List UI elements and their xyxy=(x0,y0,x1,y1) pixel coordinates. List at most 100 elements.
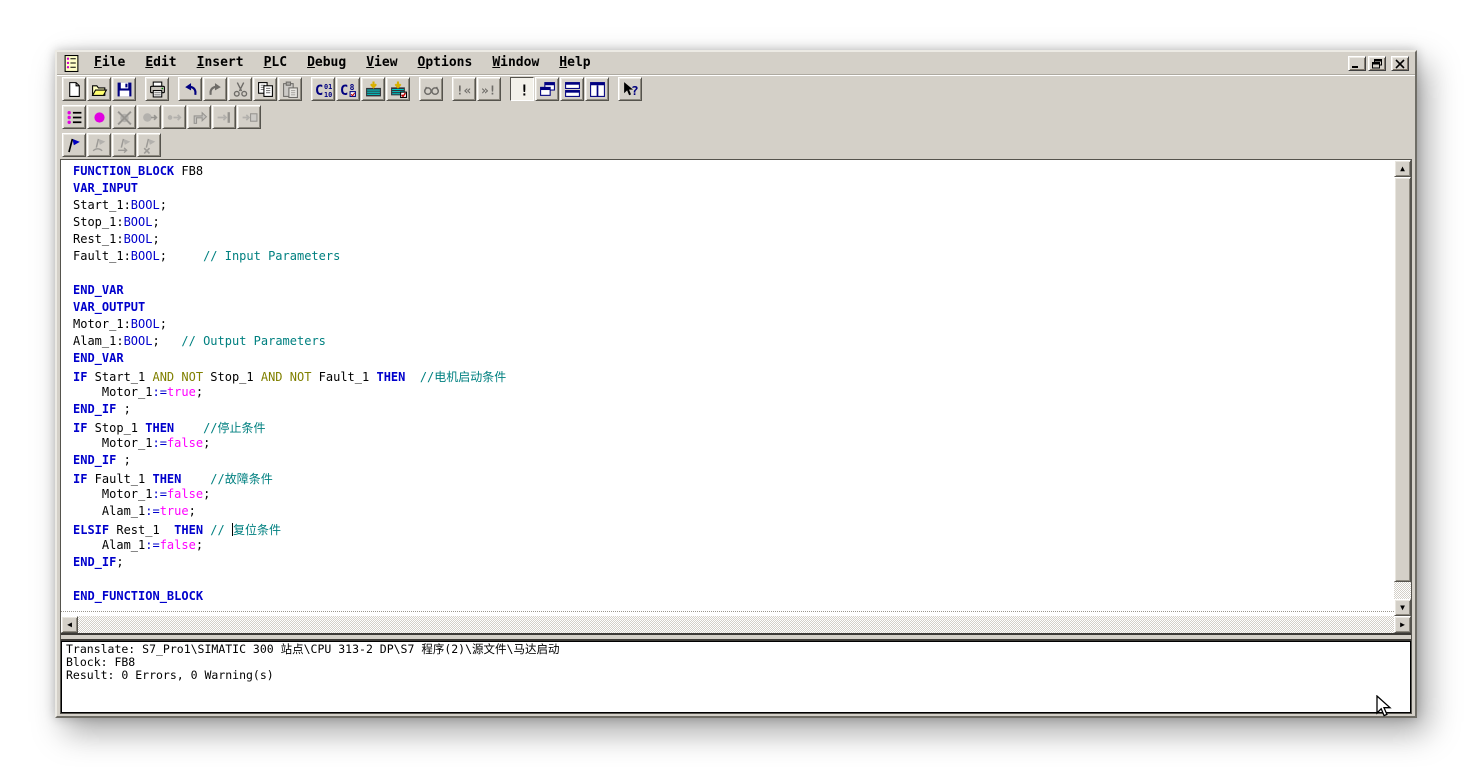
open-button[interactable] xyxy=(87,77,111,101)
code-line: FUNCTION_BLOCK FB8 xyxy=(73,164,1394,181)
paste-button[interactable] xyxy=(278,77,302,101)
monitor-button[interactable] xyxy=(419,77,443,101)
code-editor: FUNCTION_BLOCK FB8VAR_INPUTStart_1:BOOL;… xyxy=(61,160,1411,633)
close-icon xyxy=(1394,54,1406,73)
desktop-background: FileEditInsertPLCDebugViewOptionsWindowH… xyxy=(0,0,1470,767)
insert-block-template-button[interactable]: C8 xyxy=(336,77,360,101)
menu-view[interactable]: View xyxy=(356,54,407,72)
activate-breakpoint-button[interactable] xyxy=(137,105,161,129)
split-window-button[interactable] xyxy=(585,77,609,101)
copy-icon xyxy=(257,81,274,98)
code-line: END_VAR xyxy=(73,283,1394,300)
code-line: Motor_1:=false; xyxy=(73,487,1394,504)
gray-flag-step-icon xyxy=(116,137,133,154)
c01-icon: C0110 xyxy=(315,81,332,98)
context-help-button[interactable]: ? xyxy=(618,77,642,101)
undo-button[interactable] xyxy=(178,77,202,101)
menu-help[interactable]: Help xyxy=(549,54,600,72)
svg-text:!«: !« xyxy=(456,83,471,98)
next-error-icon: »! xyxy=(481,81,498,98)
code-viewport[interactable]: FUNCTION_BLOCK FB8VAR_INPUTStart_1:BOOL;… xyxy=(61,160,1394,616)
cascade-windows-button[interactable] xyxy=(535,77,559,101)
monitor-flag-button[interactable] xyxy=(62,133,86,157)
previous-error-button[interactable]: !« xyxy=(452,77,476,101)
delete-breakpoint-button[interactable] xyxy=(112,105,136,129)
insert-binary-template-button[interactable]: C0110 xyxy=(311,77,335,101)
flag-delete-button[interactable] xyxy=(137,133,161,157)
minimize-button[interactable] xyxy=(1348,56,1366,71)
scrollbar-down-button[interactable]: ▼ xyxy=(1394,599,1411,616)
new-button[interactable] xyxy=(62,77,86,101)
code-line: VAR_INPUT xyxy=(73,181,1394,198)
menu-file[interactable]: File xyxy=(84,54,135,72)
next-error-button[interactable]: »! xyxy=(477,77,501,101)
menu-window[interactable]: Window xyxy=(482,54,549,72)
code-line: IF Start_1 AND NOT Stop_1 AND NOT Fault_… xyxy=(73,368,1394,385)
code-line: Alam_1:=false; xyxy=(73,538,1394,555)
continue-button[interactable] xyxy=(162,105,186,129)
cut-icon xyxy=(232,81,249,98)
main-toolbar: C0110C8 !« »!!? xyxy=(57,75,1415,103)
set-breakpoint-icon xyxy=(91,109,108,126)
tile-windows-icon xyxy=(564,81,581,98)
compile-button[interactable]: ! xyxy=(510,77,534,101)
menu-insert[interactable]: Insert xyxy=(187,54,254,72)
menu-debug[interactable]: Debug xyxy=(297,54,356,72)
compile-icon: ! xyxy=(514,81,531,98)
svg-text:?: ? xyxy=(631,83,639,97)
tile-windows-button[interactable] xyxy=(560,77,584,101)
pane-splitter[interactable] xyxy=(61,633,1411,641)
print-button[interactable] xyxy=(145,77,169,101)
menu-options[interactable]: Options xyxy=(408,54,483,72)
split-window-icon xyxy=(589,81,606,98)
download-check-button[interactable] xyxy=(386,77,410,101)
set-breakpoint-button[interactable] xyxy=(87,105,111,129)
horizontal-scrollbar[interactable]: ◀ ▶ xyxy=(61,616,1411,633)
continue-icon xyxy=(166,109,183,126)
cut-button[interactable] xyxy=(228,77,252,101)
new-document-icon xyxy=(66,81,83,98)
menu-edit[interactable]: Edit xyxy=(135,54,186,72)
gray-flag-run-icon xyxy=(91,137,108,154)
code-line: Fault_1:BOOL; // Input Parameters xyxy=(73,249,1394,266)
prev-error-icon: !« xyxy=(456,81,473,98)
menu-items: FileEditInsertPLCDebugViewOptionsWindowH… xyxy=(84,54,601,72)
code-line: ELSIF Rest_1 THEN // 复位条件 xyxy=(73,521,1394,538)
restore-button[interactable] xyxy=(1368,56,1386,71)
flag-run-button[interactable] xyxy=(87,133,111,157)
svg-text:»!: »! xyxy=(481,83,496,98)
gray-flag-del-icon xyxy=(141,137,158,154)
code-line: IF Stop_1 THEN //停止条件 xyxy=(73,419,1394,436)
menu-plc[interactable]: PLC xyxy=(254,54,297,72)
halt-button[interactable] xyxy=(237,105,261,129)
scrollbar-up-button[interactable]: ▲ xyxy=(1394,160,1411,177)
svg-text:10: 10 xyxy=(324,90,332,97)
run-to-cursor-button[interactable] xyxy=(212,105,236,129)
svg-text:C: C xyxy=(315,82,323,97)
copy-button[interactable] xyxy=(253,77,277,101)
window-controls xyxy=(1348,56,1411,71)
download-icon xyxy=(365,81,382,98)
code-line: VAR_OUTPUT xyxy=(73,300,1394,317)
redo-button[interactable] xyxy=(203,77,227,101)
breakpoints-list-button[interactable] xyxy=(62,105,86,129)
code-line: END_FUNCTION_BLOCK xyxy=(73,589,1394,606)
output-line: Result: 0 Errors, 0 Warning(s) xyxy=(66,669,1406,682)
save-button[interactable] xyxy=(112,77,136,101)
download-button[interactable] xyxy=(361,77,385,101)
source-file-icon[interactable] xyxy=(63,55,80,72)
scrollbar-left-button[interactable]: ◀ xyxy=(61,616,78,633)
output-line: Translate: S7_Pro1\SIMATIC 300 站点\CPU 31… xyxy=(66,643,1406,656)
step-icon xyxy=(191,109,208,126)
step-button[interactable] xyxy=(187,105,211,129)
svg-text:!: ! xyxy=(519,81,528,98)
flag-step-button[interactable] xyxy=(112,133,136,157)
close-button[interactable] xyxy=(1391,56,1409,71)
svg-text:C: C xyxy=(340,82,348,97)
compile-output-pane: Translate: S7_Pro1\SIMATIC 300 站点\CPU 31… xyxy=(61,641,1411,713)
scrollbar-right-button[interactable]: ▶ xyxy=(1394,616,1411,633)
scrollbar-thumb[interactable] xyxy=(1394,177,1411,582)
code-line: Start_1:BOOL; xyxy=(73,198,1394,215)
vertical-scrollbar[interactable]: ▲ ▼ xyxy=(1394,160,1411,616)
blue-flag-icon xyxy=(66,137,83,154)
